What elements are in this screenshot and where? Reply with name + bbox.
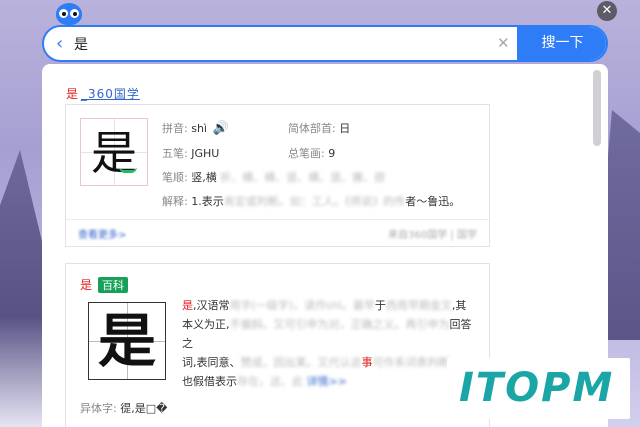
- character-glyph: 是: [91, 126, 137, 180]
- baike-badge: 百科: [98, 277, 129, 293]
- mascot-eye-left: [59, 9, 68, 18]
- baike-line-2-blur: 不偏斜。又可引申为对，正确之义。再引申为: [229, 318, 450, 331]
- variant-row: 异体字: 徥,是□�: [80, 400, 167, 416]
- calligraphy-grid: 是: [88, 302, 166, 380]
- dictionary-card: 是 拼音: shì 🔊 简体部首: 日 五笔: JGHU 总笔画: 9 笔顺: …: [65, 104, 490, 247]
- close-icon: ✕: [601, 3, 613, 18]
- explanation-prefix: 1.表示: [191, 195, 224, 208]
- pinyin-value: shì: [191, 122, 207, 135]
- pinyin-row: 拼音: shì 🔊: [162, 120, 229, 136]
- baike-line-4-a: 也假借表示: [182, 375, 237, 388]
- explanation-row: 解释: 1.表示肯定或判断。如：工人。《师说》的传者～鲁迅。: [162, 193, 460, 209]
- result-title-source: _360国学: [81, 87, 140, 101]
- baike-line-3-blur: 赞成，因出某。又代认这: [240, 356, 362, 369]
- clear-input-icon[interactable]: ✕: [497, 33, 511, 53]
- baike-line-3-hl: 事: [361, 356, 373, 369]
- strokes-value: 9: [328, 147, 336, 160]
- baike-line-1: 是,汉语常用字(一级字)，读作shì。最早于西周早期金文,其: [182, 296, 482, 315]
- close-window-button[interactable]: ✕: [597, 1, 617, 21]
- result-title[interactable]: 是 _360国学: [66, 85, 140, 102]
- search-bar: ‹ ✕ 搜一下: [42, 25, 608, 62]
- baike-line-1-b: 于: [374, 299, 386, 312]
- baike-description: 是,汉语常用字(一级字)，读作shì。最早于西周早期金文,其 本义为正,不偏斜。…: [182, 296, 482, 391]
- card-divider: [66, 219, 489, 220]
- search-input[interactable]: [74, 32, 504, 56]
- wubi-value: JGHU: [191, 147, 220, 160]
- itopm-watermark-logo: ITOPM: [447, 358, 630, 419]
- stroke-order-label: 笔顺:: [162, 171, 188, 184]
- strokes-label: 总笔画:: [288, 147, 325, 160]
- baike-line-1-hl: 是: [182, 299, 193, 312]
- stroke-order-row: 笔顺: 竖,横 折、横、横、竖、横、竖、撇、捺: [162, 169, 385, 185]
- explanation-blurred: 肯定或判断。如：工人。《师说》: [223, 195, 384, 208]
- more-link[interactable]: 查看更多>: [78, 226, 126, 241]
- baike-line-1-a: ,汉语常: [193, 299, 230, 312]
- baike-line-4-blur: 存在，这、此: [237, 375, 303, 388]
- stroke-order-visible: 竖,横: [191, 171, 217, 184]
- search-button[interactable]: 搜一下: [517, 27, 606, 60]
- radical-label: 简体部首:: [288, 122, 336, 135]
- variant-label: 异体字:: [80, 402, 117, 415]
- speaker-icon[interactable]: 🔊: [212, 121, 228, 136]
- baike-line-1-blur-2: 西周早期金文: [385, 299, 452, 312]
- wubi-label: 五笔:: [162, 147, 188, 160]
- mascot-eye-right: [70, 9, 79, 18]
- watermark-text: ITOPM: [459, 365, 615, 411]
- baike-line-2: 本义为正,不偏斜。又可引申为对，正确之义。再引申为回答之: [182, 315, 482, 353]
- result-title-char: 是: [66, 87, 79, 101]
- strokes-row: 总笔画: 9: [288, 145, 335, 161]
- baike-line-4: 也假借表示存在，这、此 详情>>: [182, 372, 482, 391]
- baike-line-2-a: 本义为正,: [182, 318, 230, 331]
- character-box: 是: [80, 118, 148, 186]
- baike-details-link[interactable]: 详情>>: [307, 375, 347, 388]
- stroke-order-blurred: 折、横、横、竖、横、竖、撇、捺: [220, 171, 386, 184]
- explanation-label: 解释:: [162, 195, 188, 208]
- baike-line-3: 词,表同意、赞成，因出某。又代认这事可作系词表判断，。: [182, 353, 482, 372]
- explanation-suffix: 者～鲁迅。: [405, 195, 461, 208]
- chevron-left-icon[interactable]: ‹: [56, 34, 70, 54]
- baike-line-3-a: 词,表同意、: [182, 356, 241, 369]
- explanation-blurred-2: 的传: [383, 195, 406, 208]
- variant-values: 徥,是□�: [120, 402, 168, 415]
- baike-line-1-blur: 用字(一级字)，读作shì。最早: [229, 299, 375, 312]
- baike-line-1-c: ,其: [451, 299, 467, 312]
- pinyin-label: 拼音:: [162, 122, 188, 135]
- radical-value: 日: [339, 122, 351, 135]
- baike-title[interactable]: 是百科: [80, 276, 129, 293]
- calligraphy-glyph: 是: [97, 307, 156, 375]
- radical-row: 简体部首: 日: [288, 120, 350, 136]
- scrollbar[interactable]: [593, 70, 601, 146]
- baike-title-char: 是: [80, 278, 93, 292]
- baike-line-3-blur-2: 可作系词表判断，: [372, 356, 456, 369]
- wubi-row: 五笔: JGHU: [162, 145, 219, 161]
- baike-card: 是百科 是 是,汉语常用字(一级字)，读作shì。最早于西周早期金文,其 本义为…: [65, 263, 490, 427]
- owl-mascot-icon: [56, 3, 82, 25]
- source-note: 来自360国学 | 国学: [388, 230, 477, 241]
